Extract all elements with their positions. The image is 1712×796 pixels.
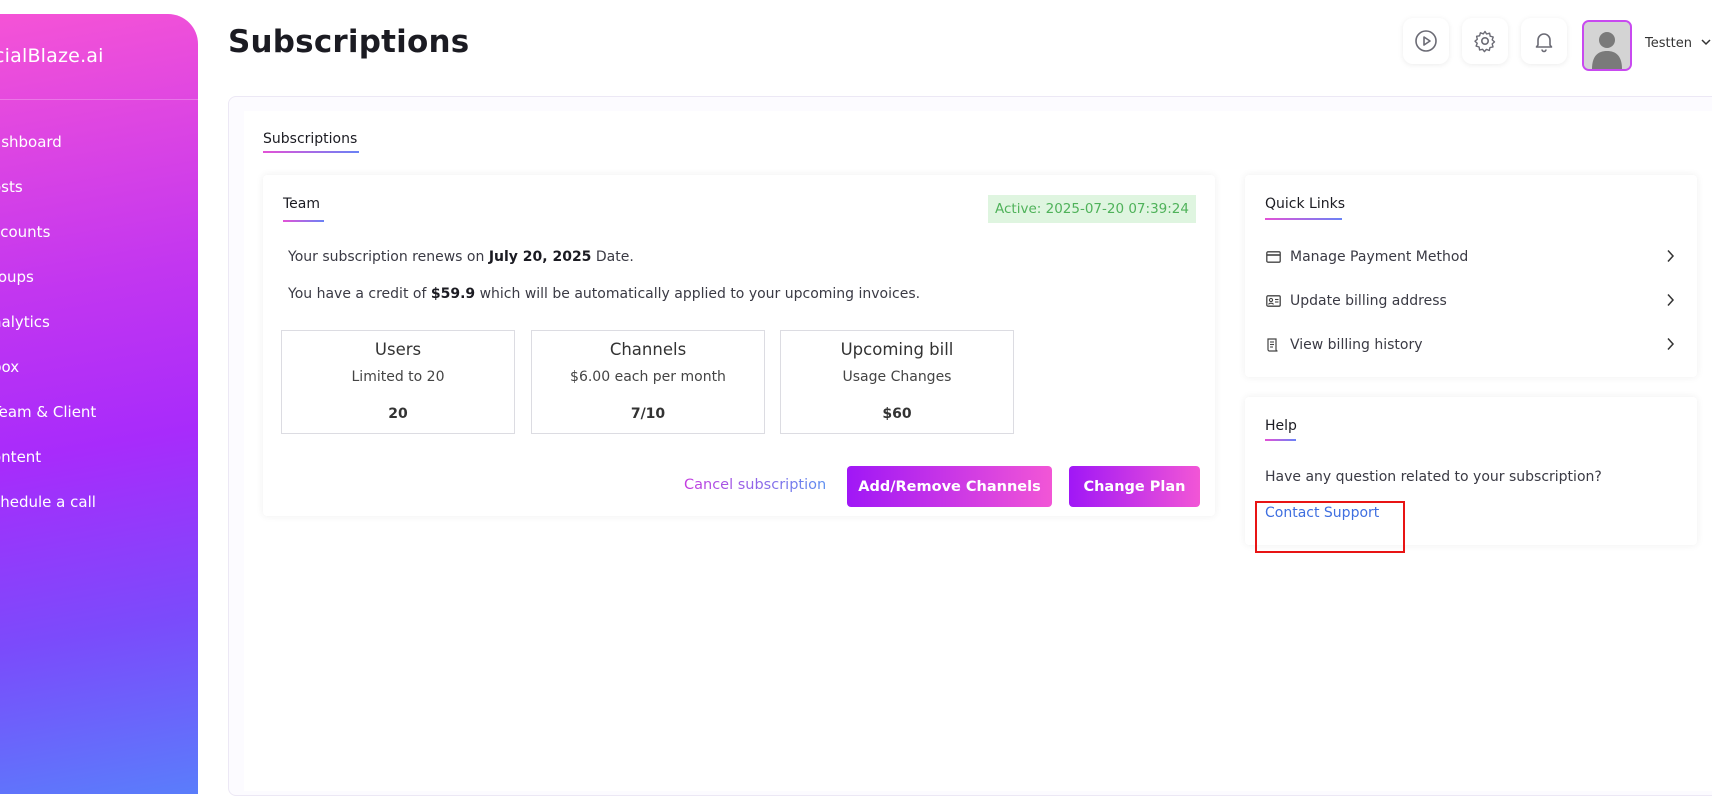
stat-subtitle: $6.00 each per month [570,369,726,385]
stat-value: $60 [882,406,912,422]
gear-icon [1474,30,1496,53]
user-avatar-icon [1584,22,1630,69]
renew-prefix: Your subscription renews on [288,249,489,265]
chevron-right-icon [1667,293,1675,307]
tutorial-button[interactable] [1403,18,1449,64]
tab-underline [263,151,359,153]
stat-value: 7/10 [630,406,666,422]
renew-text: Your subscription renews on July 20, 202… [288,249,634,265]
stat-title: Channels [609,340,687,359]
address-card-icon [1265,293,1281,309]
change-plan-button[interactable]: Change Plan [1069,466,1200,507]
page-title: Subscriptions [228,24,470,60]
add-remove-channels-button[interactable]: Add/Remove Channels [847,466,1052,507]
help-question: Have any question related to your subscr… [1265,469,1602,485]
stat-value: 20 [388,406,408,422]
receipt-icon [1265,337,1281,353]
stat-title: Users [374,340,422,359]
sidebar-item-content[interactable]: ontent [0,448,41,466]
renew-suffix: Date. [591,249,634,265]
chevron-right-icon [1667,337,1675,351]
sidebar: cialBlaze.ai ashboard osts ccounts roups… [0,14,198,794]
sidebar-item-team-client[interactable]: Team & Client [0,403,96,421]
quick-links-underline [1265,218,1342,220]
help-title-underline [1265,439,1296,441]
sidebar-item-analytics[interactable]: nalytics [0,313,50,331]
stat-title: Upcoming bill [840,340,954,359]
stat-box-users: Users Limited to 20 20 [281,330,515,434]
sidebar-item-dashboard[interactable]: ashboard [0,133,62,151]
sidebar-divider [0,99,198,100]
brand-logo-text: cialBlaze.ai [0,45,104,67]
quick-link-label: Manage Payment Method [1290,249,1469,265]
quick-link-update-billing-address[interactable]: Update billing address [1265,288,1675,314]
stat-subtitle: Usage Changes [842,369,952,385]
plan-name: Team [283,196,321,212]
quick-link-label: Update billing address [1290,293,1447,309]
credit-card-icon [1265,249,1281,265]
credit-amount: $59.9 [430,286,476,302]
play-icon [1415,30,1437,52]
stat-box-upcoming-bill: Upcoming bill Usage Changes $60 [780,330,1014,434]
settings-button[interactable] [1462,18,1508,64]
status-badge: Active: 2025-07-20 07:39:24 [988,195,1196,223]
sidebar-item-accounts[interactable]: ccounts [0,223,50,241]
stat-box-channels: Channels $6.00 each per month 7/10 [531,330,765,434]
help-title: Help [1265,418,1297,434]
quick-link-manage-payment[interactable]: Manage Payment Method [1265,244,1675,270]
chevron-down-icon[interactable] [1701,38,1711,46]
cancel-subscription-link[interactable]: Cancel subscription [684,477,826,493]
stat-subtitle: Limited to 20 [351,369,445,385]
avatar[interactable] [1582,20,1632,71]
credit-suffix: which will be automatically applied to y… [475,286,921,302]
highlight-box [1255,501,1405,553]
quick-link-label: View billing history [1290,337,1423,353]
tab-subscriptions[interactable]: Subscriptions [263,131,357,147]
renew-date: July 20, 2025 [488,249,592,265]
bell-icon [1535,33,1553,53]
credit-text: You have a credit of $59.9 which will be… [288,286,920,302]
quick-links-title: Quick Links [1265,196,1346,212]
notifications-button[interactable] [1521,18,1567,64]
sidebar-item-schedule-call[interactable]: chedule a call [0,493,96,511]
credit-prefix: You have a credit of [288,286,431,302]
plan-name-underline [283,220,324,222]
sidebar-item-posts[interactable]: osts [0,178,23,196]
sidebar-item-groups[interactable]: roups [0,268,34,286]
sidebar-item-inbox[interactable]: box [0,358,19,376]
quick-link-billing-history[interactable]: View billing history [1265,332,1675,358]
user-name[interactable]: Testten [1645,36,1692,51]
chevron-right-icon [1667,249,1675,263]
